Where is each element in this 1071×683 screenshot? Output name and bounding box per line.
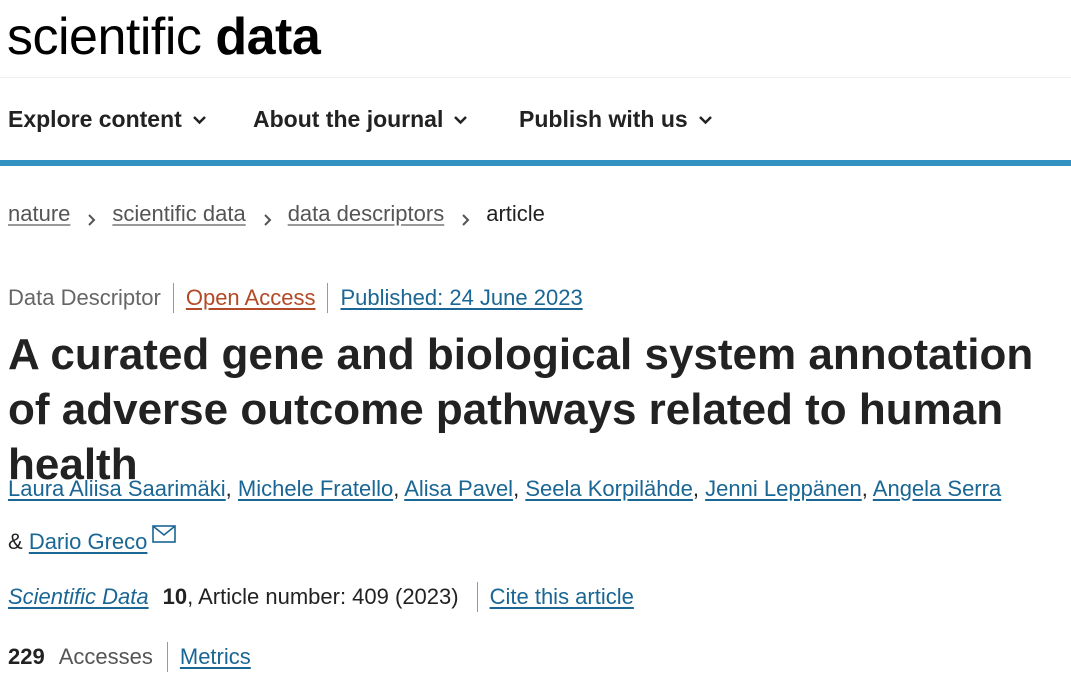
breadcrumb-link-scientific-data[interactable]: scientific data: [112, 201, 245, 227]
nav-about-the-journal[interactable]: About the journal: [253, 78, 468, 160]
nav-item-label: About the journal: [253, 105, 444, 132]
breadcrumb-link-data-descriptors[interactable]: data descriptors: [288, 201, 445, 227]
nav-item-label: Explore content: [8, 105, 182, 132]
author-separator: ,: [861, 476, 868, 501]
cite-this-article-link[interactable]: Cite this article: [490, 584, 634, 610]
article-type: Data Descriptor: [8, 285, 161, 310]
chevron-right-icon: [262, 207, 274, 226]
main-nav: Explore content About the journal Publis…: [0, 78, 1071, 166]
divider: [172, 283, 174, 313]
envelope-icon[interactable]: [152, 512, 177, 543]
author-separator: ,: [393, 476, 400, 501]
logo-light-text: scientific: [7, 8, 202, 66]
published-date-link[interactable]: Published: 24 June 2023: [340, 285, 582, 311]
author-link[interactable]: Alisa Pavel: [404, 476, 513, 501]
accesses-count: 229: [8, 644, 45, 669]
article-metrics: 229 Accesses Metrics: [8, 640, 251, 674]
divider: [476, 582, 478, 612]
chevron-right-icon: [86, 207, 98, 226]
volume: 10: [162, 584, 188, 609]
author-list: Laura Aliisa Saarimäki, Michele Fratello…: [8, 465, 1068, 565]
masthead: scientific data: [0, 0, 1071, 78]
chevron-down-icon: [192, 112, 207, 127]
article-number: , Article number: 409 (2023): [187, 584, 459, 609]
chevron-right-icon: [460, 207, 472, 226]
logo-bold-text: data: [215, 8, 321, 66]
nav-publish-with-us[interactable]: Publish with us: [519, 78, 713, 160]
divider: [166, 642, 168, 672]
author-separator: ,: [692, 476, 700, 501]
author-link[interactable]: Michele Fratello: [238, 476, 393, 501]
chevron-down-icon: [698, 112, 713, 127]
chevron-down-icon: [453, 112, 468, 127]
author-separator: ,: [225, 476, 232, 501]
author-link[interactable]: Seela Korpilähde: [525, 476, 693, 501]
author-joiner: &: [8, 529, 23, 554]
nav-item-label: Publish with us: [519, 105, 688, 132]
author-link[interactable]: Jenni Leppänen: [705, 476, 862, 501]
journal-logo[interactable]: scientific data: [7, 6, 321, 68]
accesses-label: Accesses: [58, 644, 153, 669]
open-access-link[interactable]: Open Access: [186, 285, 316, 311]
author-link[interactable]: Angela Serra: [873, 476, 1001, 501]
nav-explore-content[interactable]: Explore content: [8, 78, 207, 160]
breadcrumb-link-nature[interactable]: nature: [8, 201, 70, 227]
author-link[interactable]: Laura Aliisa Saarimäki: [8, 476, 226, 501]
metrics-link[interactable]: Metrics: [180, 644, 251, 670]
breadcrumb-current: article: [486, 201, 545, 226]
citation-line: Scientific Data 10 , Article number: 409…: [8, 580, 634, 614]
article-meta: Data Descriptor Open Access Published: 2…: [8, 281, 583, 315]
author-separator: ,: [513, 476, 520, 501]
author-link[interactable]: Dario Greco: [29, 529, 148, 554]
journal-link[interactable]: Scientific Data: [8, 584, 149, 610]
breadcrumb: nature scientific data data descriptors …: [8, 198, 545, 230]
divider: [327, 283, 329, 313]
